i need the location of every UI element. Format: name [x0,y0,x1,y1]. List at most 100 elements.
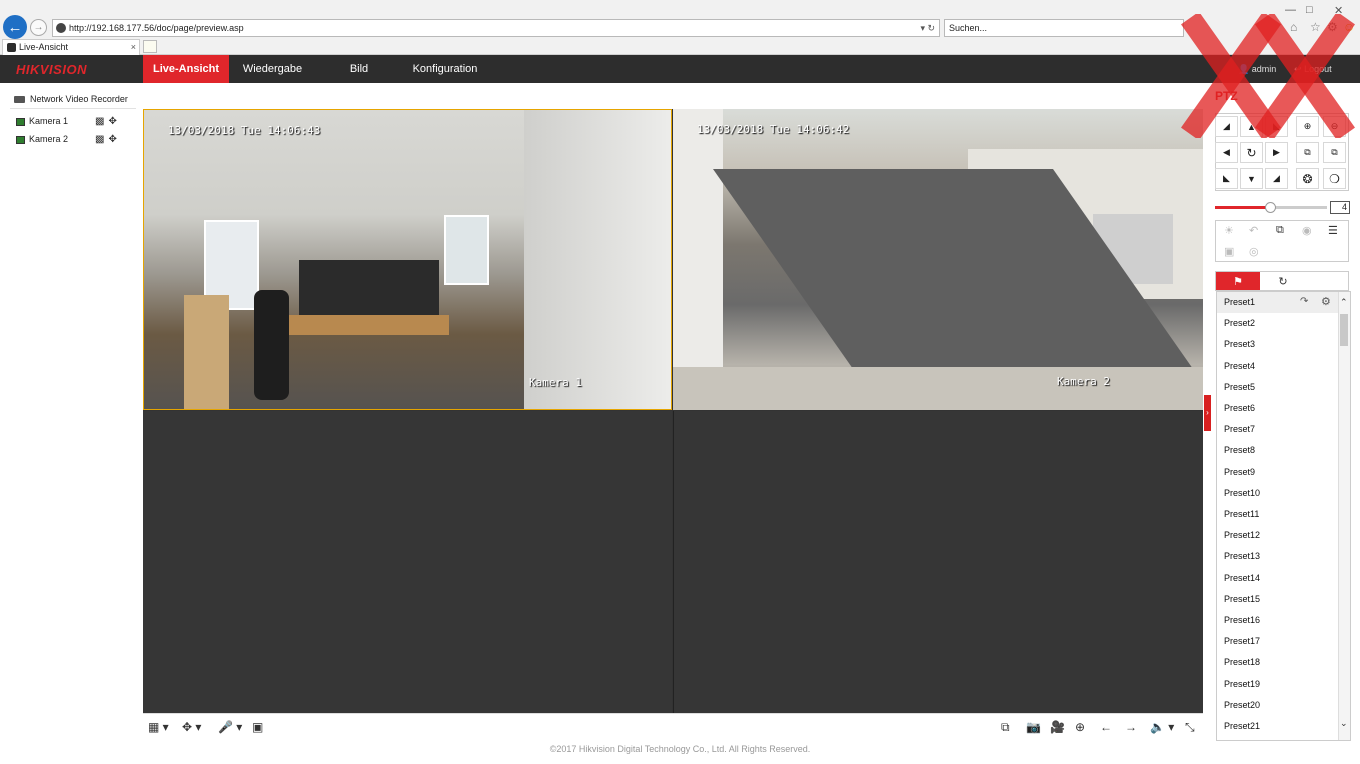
preset-item[interactable]: Preset16 [1217,610,1339,631]
fullscreen-icon[interactable]: ⤡ [1185,720,1195,735]
preset-item[interactable]: Preset20 [1217,695,1339,716]
preset-item[interactable]: Preset14 [1217,568,1339,589]
lens-init-icon[interactable]: ▣ [1224,245,1234,258]
preset-item[interactable]: Preset7 [1217,419,1339,440]
video-pane-4[interactable] [673,411,1203,713]
wiper-icon[interactable]: ↶ [1249,224,1258,237]
call-preset-icon[interactable]: ↷ [1300,296,1308,307]
video-grid: 13/03/2018 Tue 14:06:43 Kamera 1 13/03/2… [143,109,1203,713]
forward-button[interactable]: → [30,19,47,36]
ptz-up-right-button[interactable]: ◣ [1265,116,1288,137]
tab-pattern[interactable] [1306,272,1350,290]
preset-item[interactable]: Preset9 [1217,462,1339,483]
video-pane-1[interactable]: 13/03/2018 Tue 14:06:43 Kamera 1 [143,109,672,410]
scroll-up-icon[interactable]: ⌃ [1340,297,1348,308]
preset-item[interactable]: Preset4 [1217,356,1339,377]
ptz-up-button[interactable]: ▲ [1240,116,1263,137]
zoom-in-button[interactable]: ⊕ [1296,116,1319,137]
preset-item[interactable]: Preset13 [1217,546,1339,567]
video-wall-icon[interactable]: ▣ [252,720,263,734]
ptz-speed-handle[interactable] [1265,202,1276,213]
ptz-auto-button[interactable]: ↻ [1240,142,1263,163]
ptz-icon[interactable]: ✥ [108,116,120,127]
capture-icon[interactable]: 📷 [1026,720,1041,734]
preset-item[interactable]: Preset18 [1217,652,1339,673]
back-button[interactable]: ← [3,15,27,39]
ptz-icon[interactable]: ✥ [108,134,120,145]
camera-1-tools[interactable]: ▩✥ [95,116,121,127]
tree-item-kamera-2[interactable]: Kamera 2 [16,133,68,145]
tree-root-nvr[interactable]: Network Video Recorder [14,93,128,105]
iris-close-button[interactable]: ❍ [1323,168,1346,189]
new-tab-button[interactable] [143,40,157,53]
tab-presets[interactable]: ⚑ [1216,272,1260,290]
microphone-icon[interactable]: 🎤 ▾ [218,720,242,734]
search-input[interactable]: Suchen... [944,19,1184,37]
address-bar[interactable]: http://192.168.177.56/doc/page/preview.a… [52,19,940,37]
record-icon[interactable]: ▩ [95,116,108,127]
smiley-icon[interactable]: ☺ [1343,20,1355,34]
camera-2-tools[interactable]: ▩✥ [95,134,121,145]
manual-track-icon[interactable]: ◎ [1249,245,1259,258]
collapse-panel-handle[interactable]: › [1204,395,1211,431]
minimize-icon[interactable]: — [1285,4,1296,16]
refresh-icon[interactable]: ▾ ↻ [920,20,935,36]
close-window-icon[interactable]: ✕ [1334,4,1343,17]
menu-live-ansicht[interactable]: Live-Ansicht [143,55,229,83]
ptz-down-right-button[interactable]: ◢ [1265,168,1288,189]
zoom-out-button[interactable]: ⊖ [1323,116,1346,137]
preset-item[interactable]: Preset2 [1217,313,1339,334]
menu-wiedergabe[interactable]: Wiedergabe [234,55,311,83]
ptz-left-button[interactable]: ◀ [1215,142,1238,163]
scroll-down-icon[interactable]: ⌄ [1340,718,1348,729]
preset-item[interactable]: Preset3 [1217,334,1339,355]
iris-open-button[interactable]: ❂ [1296,168,1319,189]
light-icon[interactable]: ☀ [1224,224,1234,237]
settings-gear-icon[interactable]: ⚙ [1327,20,1338,34]
preset-item[interactable]: Preset12 [1217,525,1339,546]
video-pane-2[interactable]: 13/03/2018 Tue 14:06:42 Kamera 2 [673,109,1203,410]
focus-far-button[interactable]: ⧉ [1323,142,1346,163]
preset-item[interactable]: Preset8 [1217,440,1339,461]
preset-item[interactable]: Preset17 [1217,631,1339,652]
preset-item[interactable]: Preset11 [1217,504,1339,525]
home-icon[interactable]: ⌂ [1290,20,1297,34]
ptz-right-button[interactable]: ▶ [1265,142,1288,163]
preset-scrollbar[interactable] [1338,292,1350,740]
preset-item[interactable]: Preset19 [1217,674,1339,695]
menu-lines-icon[interactable]: ☰ [1328,224,1338,237]
preset-item[interactable]: Preset21 [1217,716,1339,737]
ptz-up-left-button[interactable]: ◢ [1215,116,1238,137]
window-layout-icon[interactable]: ▦ ▾ [148,720,169,734]
close-tab-icon[interactable]: × [131,40,136,54]
preset-item[interactable]: Preset10 [1217,483,1339,504]
stream-type-icon[interactable]: ✥ ▾ [182,720,201,734]
focus-near-button[interactable]: ⧉ [1296,142,1319,163]
video-pane-3[interactable] [143,411,672,713]
browser-tab[interactable]: Live-Ansicht × [2,39,140,55]
ptz-down-button[interactable]: ▼ [1240,168,1263,189]
preset-settings-icon[interactable]: ⚙ [1321,295,1331,308]
preset-scroll-thumb[interactable] [1340,314,1348,346]
preset-item[interactable]: Preset5 [1217,377,1339,398]
zoom-icon[interactable]: ⊕ [1075,720,1085,734]
next-page-icon[interactable]: → [1125,720,1137,734]
preset-item[interactable]: Preset6 [1217,398,1339,419]
menu-konfiguration[interactable]: Konfiguration [406,55,484,83]
previous-page-icon[interactable]: ← [1100,720,1112,734]
user-menu[interactable]: 👤 admin [1238,55,1276,83]
preset-item[interactable]: Preset15 [1217,589,1339,610]
volume-icon[interactable]: 🔈 ▾ [1150,720,1174,734]
maximize-icon[interactable]: □ [1306,4,1313,16]
menu-bild[interactable]: Bild [334,55,384,83]
stop-all-icon[interactable]: ⧉ [1001,720,1010,735]
tab-patrol[interactable]: ↻ [1261,272,1305,290]
one-touch-focus-icon[interactable]: ◉ [1302,224,1312,237]
star-icon[interactable]: ☆ [1310,20,1321,34]
ptz-down-left-button[interactable]: ◣ [1215,168,1238,189]
tree-item-kamera-1[interactable]: Kamera 1 [16,115,68,127]
3d-position-icon[interactable]: ⧉ [1276,224,1284,237]
record-video-icon[interactable]: 🎥 [1050,720,1065,734]
record-icon[interactable]: ▩ [95,134,108,145]
logout-button[interactable]: ↩ Logout [1294,55,1332,83]
